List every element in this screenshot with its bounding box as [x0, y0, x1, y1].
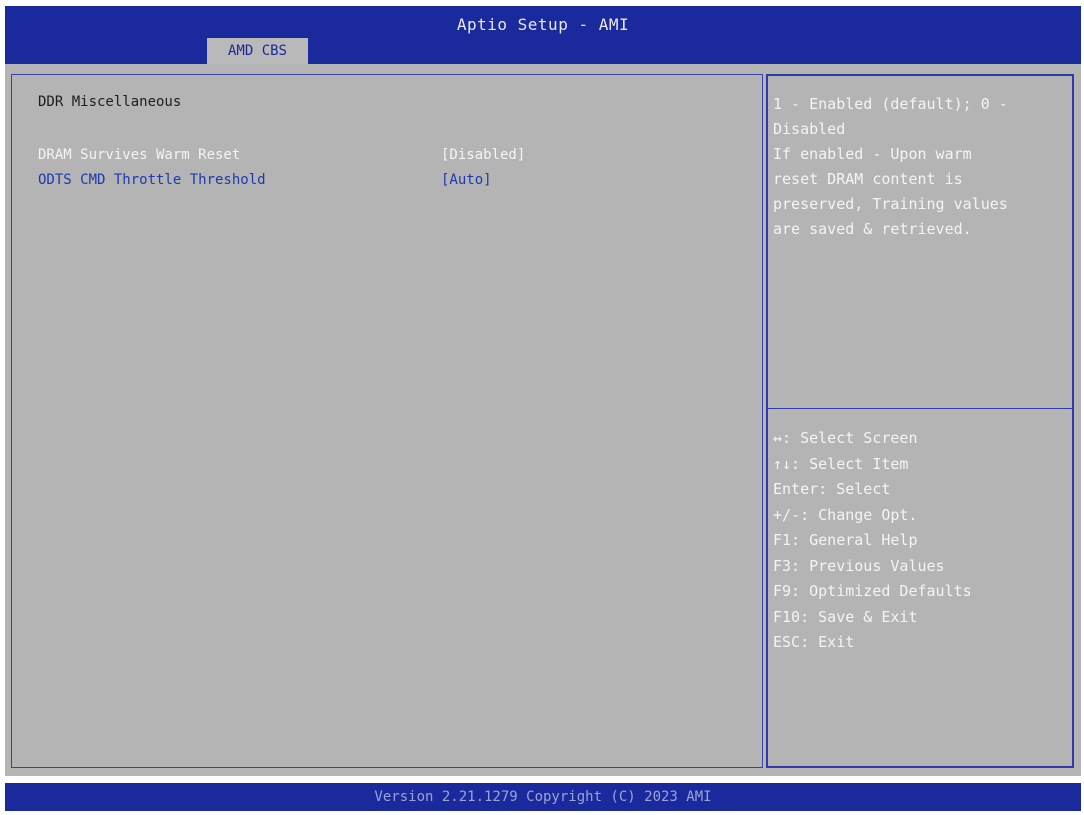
key-hint-save-exit: F10: Save & Exit	[773, 607, 918, 626]
setting-odts-cmd-throttle-threshold[interactable]: ODTS CMD Throttle Threshold	[38, 172, 266, 188]
key-hint-exit: ESC: Exit	[773, 633, 855, 651]
setting-dram-survives-warm-reset[interactable]: DRAM Survives Warm Reset	[38, 147, 240, 163]
setting-value-dram-survives-warm-reset[interactable]: [Disabled]	[441, 147, 525, 163]
bios-screen: Aptio Setup - AMI AMD CBS DDR Miscellane…	[0, 0, 1084, 815]
help-text: 1 - Enabled (default); 0 - Disabled If e…	[773, 92, 1063, 242]
footer-bar: Version 2.21.1279 Copyright (C) 2023 AMI	[5, 783, 1081, 811]
help-line: are saved & retrieved.	[773, 220, 972, 238]
key-legend: ↔: Select Screen ↑↓: Select Item Enter: …	[773, 426, 1063, 656]
key-hint-optimized-defaults: F9: Optimized Defaults	[773, 582, 972, 600]
setting-value-odts-cmd-throttle-threshold[interactable]: [Auto]	[441, 172, 492, 188]
key-hint-general-help: F1: General Help	[773, 531, 918, 549]
key-hint-select-screen: ↔: Select Screen	[773, 429, 918, 447]
version-text: Version 2.21.1279 Copyright (C) 2023 AMI	[374, 789, 712, 805]
window-title: Aptio Setup - AMI	[456, 15, 630, 34]
help-panel-divider	[768, 408, 1072, 409]
help-line: preserved, Training values	[773, 195, 1008, 213]
section-title: DDR Miscellaneous	[38, 94, 182, 110]
help-line: 1 - Enabled (default); 0 -	[773, 95, 1008, 113]
key-hint-previous-values: F3: Previous Values	[773, 556, 945, 575]
help-line: If enabled - Upon warm	[773, 145, 972, 163]
help-line: Disabled	[773, 120, 846, 138]
help-line: reset DRAM content is	[773, 170, 963, 188]
key-hint-enter: Enter: Select	[773, 480, 891, 498]
key-hint-change-opt: +/-: Change Opt.	[773, 505, 918, 524]
header-bar: Aptio Setup - AMI	[5, 6, 1081, 64]
tab-amd-cbs[interactable]: AMD CBS	[207, 38, 308, 64]
key-hint-select-item: ↑↓: Select Item	[773, 454, 909, 473]
